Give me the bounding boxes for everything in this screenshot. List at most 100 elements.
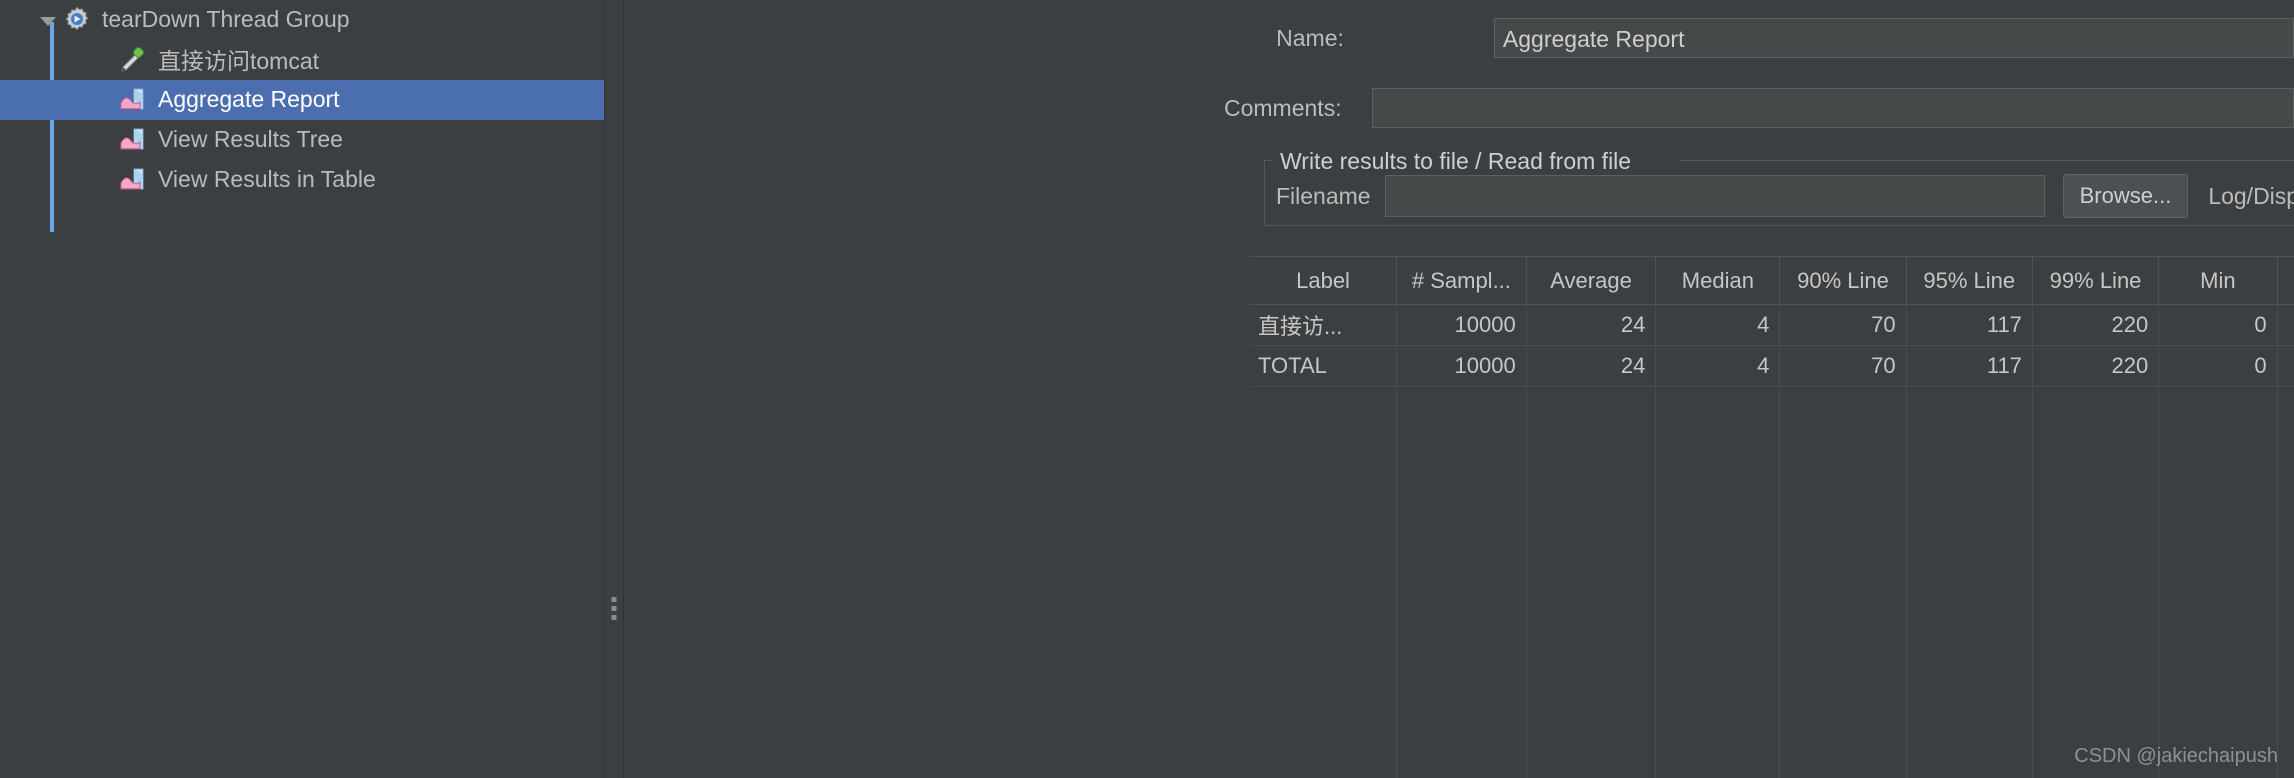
- table-empty-row: [1250, 632, 2294, 674]
- test-plan-tree: tearDown Thread Group 直接访问tomcat Aggregate…: [0, 0, 604, 778]
- table-empty-cell: [1906, 591, 2033, 633]
- table-empty-cell: [1396, 509, 1527, 551]
- table-empty-cell: [2032, 427, 2160, 469]
- table-empty-cell: [2158, 509, 2278, 551]
- jmeter-window: tearDown Thread Group 直接访问tomcat Aggregate…: [0, 0, 2294, 778]
- table-empty-cell: [1906, 468, 2033, 510]
- name-input[interactable]: Aggregate Report: [1493, 18, 2294, 58]
- table-empty-cell: [1526, 673, 1657, 715]
- table-empty-cell: [1396, 427, 1527, 469]
- tree-node-2[interactable]: 直接访问tomcat: [0, 40, 604, 80]
- table-empty-cell: [1396, 632, 1527, 674]
- table-column-header[interactable]: Average: [1526, 256, 1657, 305]
- table-empty-row: [1250, 673, 2294, 715]
- table-empty-cell: [2158, 386, 2278, 428]
- name-row: Name: Aggregate Report: [624, 18, 2294, 58]
- tree-node-label: View Results in Table: [158, 165, 376, 192]
- table-empty-cell: [2277, 714, 2294, 756]
- table-empty-cell: [1526, 714, 1657, 756]
- table-empty-cell: [2277, 427, 2294, 469]
- comments-label: Comments:: [1224, 94, 1342, 121]
- table-column-header[interactable]: 90% Line: [1779, 256, 1907, 305]
- table-cell: 0: [2158, 304, 2278, 346]
- table-empty-cell: [1779, 632, 1907, 674]
- table-empty-cell: [1526, 509, 1657, 551]
- table-cell: 419: [2277, 345, 2294, 387]
- table-empty-cell: [1250, 550, 1398, 592]
- table-empty-cell: [1526, 591, 1657, 633]
- table-empty-cell: [1779, 509, 1907, 551]
- table-empty-cell: [2032, 673, 2160, 715]
- table-empty-cell: [1906, 509, 2033, 551]
- table-empty-cell: [2158, 468, 2278, 510]
- table-row[interactable]: 直接访...100002447011722004190.00%107.6/sec…: [1250, 304, 2294, 346]
- table-cell: 117: [1906, 304, 2033, 346]
- table-empty-cell: [1250, 632, 1398, 674]
- aggregate-results-table-wrap[interactable]: Label # Sampl... Average Median 90% Line 95% …: [1250, 256, 2294, 778]
- table-empty-cell: [1906, 386, 2033, 428]
- table-empty-cell: [1396, 714, 1527, 756]
- browse-button[interactable]: Browse...: [2062, 174, 2189, 218]
- table-empty-cell: [1526, 755, 1657, 778]
- table-empty-cell: [2032, 468, 2160, 510]
- table-empty-cell: [1396, 468, 1527, 510]
- table-column-header[interactable]: Min: [2158, 256, 2278, 305]
- table-empty-cell: [1655, 509, 1781, 551]
- chevron-down-icon[interactable]: [36, 7, 62, 33]
- comments-input[interactable]: [1371, 88, 2294, 128]
- table-empty-cell: [1250, 509, 1398, 551]
- table-empty-cell: [1655, 714, 1781, 756]
- pipette-icon: [118, 45, 148, 75]
- pane-splitter[interactable]: [604, 0, 624, 778]
- table-empty-cell: [1779, 386, 1907, 428]
- table-row[interactable]: TOTAL100002447011722004190.00%107.6/sec3…: [1250, 345, 2294, 387]
- table-empty-cell: [2032, 550, 2160, 592]
- table-column-header[interactable]: 95% Line: [1906, 256, 2033, 305]
- listener-chart-icon: [118, 125, 148, 155]
- table-empty-cell: [1526, 550, 1657, 592]
- watermark: CSDN @jakiechaipush: [2074, 745, 2278, 767]
- table-empty-cell: [1779, 714, 1907, 756]
- table-cell: 24: [1526, 345, 1657, 387]
- table-column-header[interactable]: Median: [1655, 256, 1781, 305]
- table-cell: 220: [2032, 345, 2160, 387]
- table-empty-cell: [2277, 550, 2294, 592]
- table-empty-cell: [1655, 468, 1781, 510]
- table-empty-cell: [1655, 550, 1781, 592]
- table-empty-cell: [1526, 468, 1657, 510]
- listener-chart-icon: [118, 85, 148, 115]
- table-empty-cell: [1655, 591, 1781, 633]
- table-empty-cell: [1779, 755, 1907, 778]
- tree-node-1[interactable]: tearDown Thread Group: [0, 0, 604, 40]
- table-empty-row: [1250, 591, 2294, 633]
- filename-label: Filename: [1276, 182, 1371, 209]
- table-cell: 117: [1906, 345, 2033, 387]
- table-empty-cell: [2158, 632, 2278, 674]
- table-empty-cell: [1396, 591, 1527, 633]
- table-empty-row: [1250, 509, 2294, 551]
- table-column-header[interactable]: # Sampl...: [1396, 256, 1527, 305]
- tree-node-3[interactable]: Aggregate Report: [0, 80, 604, 120]
- table-column-header[interactable]: 99% Line: [2032, 256, 2160, 305]
- splitter-grip-icon[interactable]: [611, 597, 617, 620]
- table-column-header[interactable]: Label: [1250, 256, 1398, 305]
- table-empty-cell: [2158, 673, 2278, 715]
- table-empty-cell: [1250, 591, 1398, 633]
- table-empty-cell: [2032, 386, 2160, 428]
- table-empty-cell: [2158, 550, 2278, 592]
- name-label: Name:: [1276, 24, 1344, 51]
- table-cell: 70: [1779, 304, 1907, 346]
- tree-node-4[interactable]: View Results Tree: [0, 120, 604, 160]
- table-header-row: Label # Sampl... Average Median 90% Line 95% …: [1250, 256, 2294, 305]
- table-cell-label: 直接访...: [1250, 304, 1398, 346]
- table-empty-cell: [2032, 591, 2160, 633]
- table-empty-cell: [2277, 509, 2294, 551]
- table-column-header[interactable]: Maximum: [2277, 256, 2294, 305]
- tree-node-5[interactable]: View Results in Table: [0, 160, 604, 200]
- filename-input[interactable]: [1384, 175, 2045, 217]
- table-empty-cell: [2158, 427, 2278, 469]
- table-empty-cell: [1396, 386, 1527, 428]
- table-empty-cell: [1906, 714, 2033, 756]
- table-cell: 70: [1779, 345, 1907, 387]
- gear-icon: [62, 5, 92, 35]
